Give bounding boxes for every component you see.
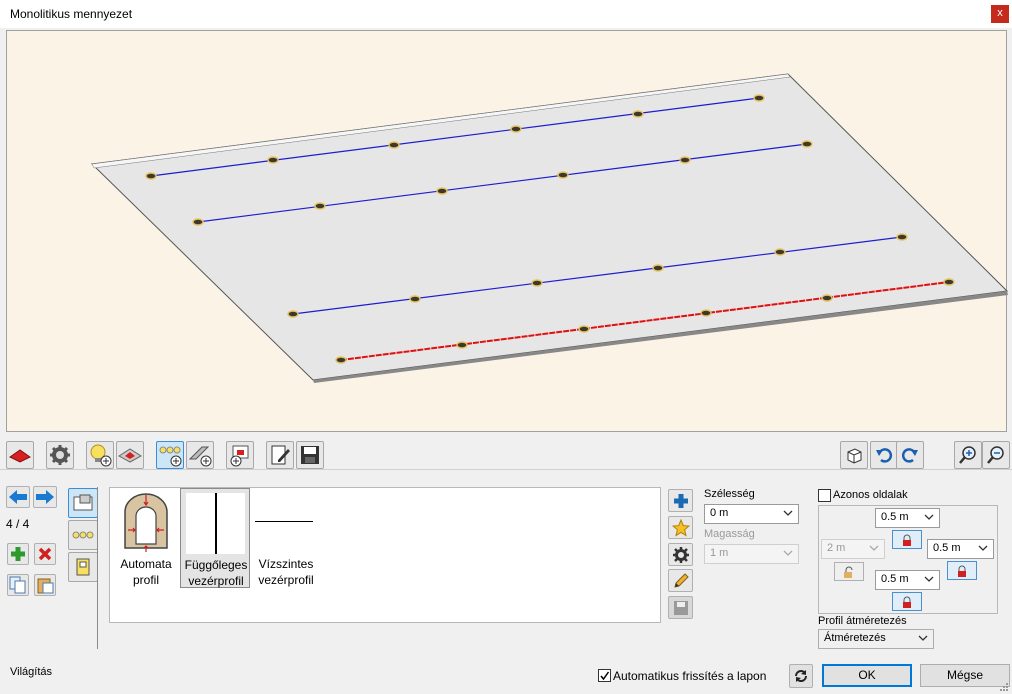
profile-item-auto[interactable]: Automata profil: [111, 488, 181, 588]
redo-icon[interactable]: [896, 441, 924, 469]
checkmark-icon: [600, 671, 610, 681]
profile-resize-select[interactable]: Átméretezés: [818, 629, 934, 649]
top-lock-icon[interactable]: [892, 530, 922, 549]
previous-arrow-icon[interactable]: [6, 486, 30, 508]
close-button[interactable]: x: [991, 5, 1009, 23]
tab-fixture-icon[interactable]: [68, 552, 98, 582]
same-sides-checkbox[interactable]: [818, 489, 831, 502]
delete-x-icon[interactable]: [34, 543, 56, 565]
auto-refresh-checkbox[interactable]: [598, 669, 611, 682]
bottom-offset-value: 0.5 m: [881, 573, 909, 585]
copy-icon[interactable]: [7, 574, 29, 596]
height-label: Magasság: [704, 528, 755, 540]
add-light-row-icon[interactable]: [156, 441, 184, 469]
right-offset-value: 0.5 m: [933, 542, 961, 554]
add-light-icon[interactable]: [86, 441, 114, 469]
height-value: 1 m: [710, 547, 729, 559]
same-sides-label: Azonos oldalak: [833, 489, 908, 501]
tab-divider: [97, 487, 98, 649]
auto-refresh-label: Automatikus frissítés a lapon: [613, 669, 767, 683]
zoom-in-icon[interactable]: [954, 441, 982, 469]
profile-auto-label-line2: profil: [132, 573, 159, 587]
tab-light-rows-icon[interactable]: [68, 520, 98, 550]
profile-resize-value: Átméretezés: [824, 632, 886, 644]
slab-view-icon[interactable]: [6, 441, 34, 469]
profile-vertical-label-line2: vezérprofil: [188, 574, 244, 588]
chevron-down-icon: [918, 635, 928, 641]
paste-icon[interactable]: [34, 574, 56, 596]
width-label: Szélesség: [704, 488, 755, 500]
favorite-star-icon[interactable]: [668, 516, 693, 539]
vertical-line-icon: [215, 493, 217, 554]
cancel-button[interactable]: Mégse: [920, 664, 1010, 687]
chevron-down-icon: [869, 545, 879, 551]
next-arrow-icon[interactable]: [33, 486, 57, 508]
settings-gear-icon[interactable]: [46, 441, 74, 469]
resize-grip-icon[interactable]: [999, 682, 1009, 692]
ceiling-slab-drawing: [90, 73, 1009, 383]
add-plus-icon[interactable]: [7, 543, 29, 565]
left-lock-icon: [834, 562, 864, 581]
top-offset-value: 0.5 m: [881, 511, 909, 523]
add-profile-icon[interactable]: [186, 441, 214, 469]
profile-item-vertical[interactable]: Függőleges vezérprofil: [180, 488, 250, 588]
window-title: Monolitikus mennyezet: [10, 7, 133, 21]
auto-profile-icon: [124, 493, 168, 552]
chevron-down-icon: [924, 576, 934, 582]
ok-button[interactable]: OK: [822, 664, 912, 687]
bottom-lock-icon[interactable]: [892, 592, 922, 611]
bottom-offset-select[interactable]: 0.5 m: [875, 570, 940, 590]
add-opening-icon[interactable]: [226, 441, 254, 469]
tab-profile-icon[interactable]: [68, 488, 98, 518]
right-offset-select[interactable]: 0.5 m: [927, 539, 994, 559]
zoom-out-icon[interactable]: [982, 441, 1010, 469]
add-slab-light-icon[interactable]: [116, 441, 144, 469]
edit-pencil-icon[interactable]: [668, 569, 693, 592]
profile-vertical-label-line1: Függőleges: [184, 558, 248, 572]
profile-horizontal-label-line2: vezérprofil: [258, 573, 314, 587]
left-offset-value: 2 m: [827, 542, 846, 554]
profile-auto-label-line1: Automata: [120, 557, 172, 571]
height-select: 1 m: [704, 544, 799, 564]
horizontal-line-icon: [255, 521, 313, 522]
3d-viewport[interactable]: [6, 30, 1009, 432]
profile-settings-gear-icon[interactable]: [668, 543, 693, 566]
width-value: 0 m: [710, 507, 729, 519]
add-profile-plus-icon[interactable]: [668, 489, 693, 512]
profile-list: Automata profil Függőleges vezérprofil Víz…: [109, 487, 661, 623]
title-bar: [0, 0, 1012, 28]
right-lock-icon[interactable]: [947, 561, 977, 580]
profile-item-horizontal[interactable]: Vízszintes vezérprofil: [251, 488, 321, 588]
save-profile-icon: [668, 596, 693, 619]
left-offset-select: 2 m: [821, 539, 885, 559]
3d-box-icon[interactable]: [840, 441, 868, 469]
profile-horizontal-label-line1: Vízszintes: [258, 557, 314, 571]
status-text: Világítás: [10, 666, 52, 678]
chevron-down-icon: [978, 545, 988, 551]
page-indicator: 4 / 4: [6, 517, 30, 531]
chevron-down-icon: [783, 510, 793, 516]
toolbar-divider: [0, 469, 1012, 470]
refresh-icon[interactable]: [789, 664, 813, 688]
width-select[interactable]: 0 m: [704, 504, 799, 524]
save-icon[interactable]: [296, 441, 324, 469]
edit-document-icon[interactable]: [266, 441, 294, 469]
top-offset-select[interactable]: 0.5 m: [875, 508, 940, 528]
chevron-down-icon: [924, 514, 934, 520]
undo-icon[interactable]: [870, 441, 898, 469]
chevron-down-icon: [783, 550, 793, 556]
profile-resize-label: Profil átméretezés: [818, 615, 907, 627]
